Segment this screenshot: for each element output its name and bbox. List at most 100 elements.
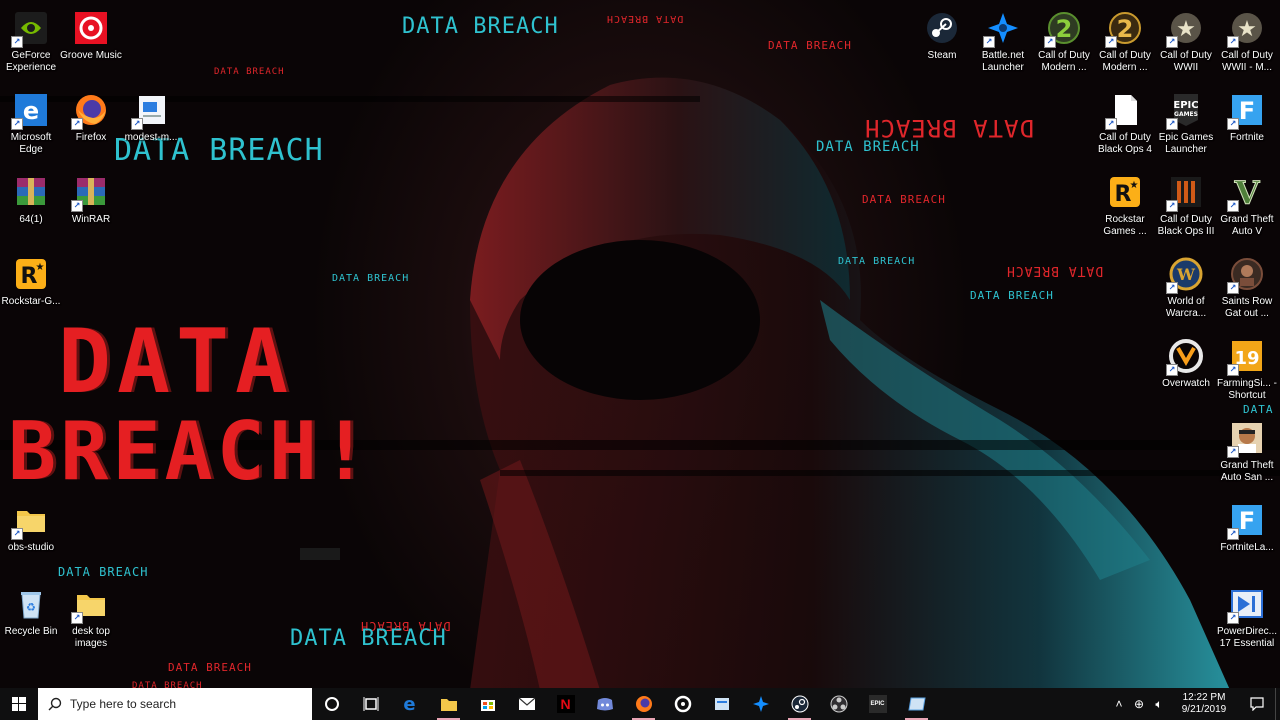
- desktop-icon-powerdirector[interactable]: ↗ PowerDirec... 17 Essential: [1216, 584, 1278, 650]
- show-desktop-button[interactable]: [1275, 688, 1280, 720]
- taskbar-edge[interactable]: e: [390, 688, 429, 720]
- powerdirector-icon: ↗: [1227, 584, 1267, 624]
- desktop-icon-farming-sim[interactable]: 19 ↗ FarmingSi... - Shortcut: [1216, 336, 1278, 402]
- battlenet-icon: ↗: [983, 8, 1023, 48]
- taskbar-firefox[interactable]: [624, 688, 663, 720]
- svg-text:EPIC: EPIC: [1173, 100, 1198, 111]
- desktop-icon-groove-music[interactable]: Groove Music: [60, 8, 122, 62]
- desktop-icon-modest-m[interactable]: ↗ modest-m...: [120, 90, 182, 144]
- taskbar-task-view[interactable]: [351, 688, 390, 720]
- taskbar-epic-games[interactable]: EPIC: [858, 688, 897, 720]
- taskbar-discord[interactable]: [585, 688, 624, 720]
- geforce-icon: ↗: [11, 8, 51, 48]
- taskbar-search-box[interactable]: Type here to search: [38, 688, 312, 720]
- action-center-button[interactable]: [1239, 688, 1275, 720]
- desktop-icon-label: obs-studio: [7, 542, 55, 553]
- desktop-icon-firefox[interactable]: ↗ Firefox: [60, 90, 122, 144]
- cod-bo3-icon: ↗: [1166, 172, 1206, 212]
- gta-v-icon: V ↗: [1227, 172, 1267, 212]
- desktop-icon-overwatch[interactable]: ↗ Overwatch: [1155, 336, 1217, 390]
- svg-text:★: ★: [36, 262, 45, 273]
- desktop-icon-label: 64(1): [19, 214, 43, 225]
- desktop-icon-label: Recycle Bin: [4, 626, 58, 637]
- desktop-icon-cod-wwii[interactable]: ★ ↗ Call of Duty WWII: [1155, 8, 1217, 74]
- desktop-icon-saints-row[interactable]: ↗ Saints Row Gat out ...: [1216, 254, 1278, 320]
- desktop-icon-cod-wwii-m[interactable]: ★ ↗ Call of Duty WWII - M...: [1216, 8, 1278, 74]
- taskbar-mail[interactable]: [507, 688, 546, 720]
- search-icon: [48, 697, 62, 711]
- snip-icon: [907, 695, 926, 713]
- desktop-icon-label: Microsoft Edge: [10, 132, 52, 155]
- epic-games-icon: EPIC: [868, 695, 887, 713]
- speaker-icon: 🔈︎: [1155, 696, 1163, 711]
- winrar-icon: ↗: [71, 172, 111, 212]
- svg-text:W: W: [1176, 265, 1196, 284]
- desktop-icon-fortnite-la[interactable]: F ↗ FortniteLa...: [1216, 500, 1278, 554]
- desktop-icon-epic-games-launcher[interactable]: EPIC GAMES ↗ Epic Games Launcher: [1155, 90, 1217, 156]
- desktop-icon-recycle-bin[interactable]: ♻ Recycle Bin: [0, 584, 62, 638]
- taskbar-clock[interactable]: 12:22 PM 9/21/2019: [1169, 692, 1239, 716]
- desktop-icon-label: Overwatch: [1162, 378, 1210, 389]
- network-button[interactable]: ⊕: [1129, 688, 1149, 720]
- desktop-icon-fortnite[interactable]: F ↗ Fortnite: [1216, 90, 1278, 144]
- desktop-icon-cod-modern-1[interactable]: 2 ↗ Call of Duty Modern ...: [1033, 8, 1095, 74]
- desktop-icon-winrar[interactable]: ↗ WinRAR: [60, 172, 122, 226]
- desktop-icon-gta-v[interactable]: V ↗ Grand Theft Auto V: [1216, 172, 1278, 238]
- data-breach-text: DATA BREACH: [168, 661, 252, 674]
- fortnite-icon: F ↗: [1227, 90, 1267, 130]
- desktop-icon-geforce-experience[interactable]: ↗ GeForce Experience: [0, 8, 62, 74]
- desktop-wallpaper: DATA BREACH! DATA BREACH DATA BREACH DAT…: [0, 0, 1280, 688]
- svg-text:★: ★: [1237, 17, 1257, 42]
- desktop-icon-cod-black-ops-4[interactable]: ↗ Call of Duty Black Ops 4: [1094, 90, 1156, 156]
- clock-time: 12:22 PM: [1182, 692, 1226, 703]
- data-breach-text: DATA BREACH: [768, 39, 852, 52]
- steam-icon: [791, 695, 809, 713]
- desktop-icon-world-of-warcraft[interactable]: W ↗ World of Warcra...: [1155, 254, 1217, 320]
- taskbar-store[interactable]: [468, 688, 507, 720]
- taskbar-cortana[interactable]: [312, 688, 351, 720]
- edge-icon: e ↗: [11, 90, 51, 130]
- chevron-up-icon: ˄: [1115, 697, 1123, 711]
- taskbar-groove[interactable]: [663, 688, 702, 720]
- desktop-icon-desk-top-images[interactable]: ↗ desk top images: [60, 584, 122, 650]
- desktop-icon-label: Saints Row Gat out ...: [1221, 296, 1273, 319]
- taskbar-file-explorer[interactable]: [429, 688, 468, 720]
- taskbar-steam[interactable]: [780, 688, 819, 720]
- desktop-icon-label: modest-m...: [124, 132, 178, 143]
- glitch-bar: [500, 470, 1280, 476]
- desktop-icon-battlenet-launcher[interactable]: ↗ Battle.net Launcher: [972, 8, 1034, 74]
- saints-row-icon: ↗: [1227, 254, 1267, 294]
- desktop-icon-label: Call of Duty Black Ops III: [1157, 214, 1215, 237]
- taskbar-notepad[interactable]: [702, 688, 741, 720]
- cortana-icon: [323, 695, 341, 713]
- desktop-icon-label: Grand Theft Auto San ...: [1220, 460, 1274, 483]
- glitch-bar: [300, 548, 340, 560]
- desktop-icon-64-1[interactable]: 64(1): [0, 172, 62, 226]
- cod-wwii-icon: ★ ↗: [1166, 8, 1206, 48]
- start-button[interactable]: [0, 688, 38, 720]
- folder-icon: ↗: [11, 500, 51, 540]
- desktop-icon-cod-modern-2[interactable]: 2 ↗ Call of Duty Modern ...: [1094, 8, 1156, 74]
- task-view-icon: [362, 695, 380, 713]
- taskbar-obs[interactable]: [819, 688, 858, 720]
- volume-button[interactable]: 🔈︎: [1149, 688, 1169, 720]
- desktop-icon-microsoft-edge[interactable]: e ↗ Microsoft Edge: [0, 90, 62, 156]
- desktop-icon-rockstar-games[interactable]: R ★ Rockstar Games ...: [1094, 172, 1156, 238]
- search-placeholder: Type here to search: [70, 697, 177, 711]
- desktop-icon-label: GeForce Experience: [5, 50, 57, 73]
- desktop-icon-label: Call of Duty WWII: [1160, 50, 1212, 73]
- desktop-icon-label: Call of Duty Modern ...: [1099, 50, 1151, 73]
- desktop-icon-gta-san-andreas[interactable]: ↗ Grand Theft Auto San ...: [1216, 418, 1278, 484]
- desktop-icon-rockstar-g[interactable]: R ★ Rockstar-G...: [0, 254, 62, 308]
- taskbar: Type here to search e N EPIC ˄ ⊕ 🔈︎ 12:2…: [0, 688, 1280, 720]
- show-hidden-icons-button[interactable]: ˄: [1109, 688, 1129, 720]
- taskbar-netflix[interactable]: N: [546, 688, 585, 720]
- taskbar-battlenet[interactable]: [741, 688, 780, 720]
- desktop-icon-obs-studio[interactable]: ↗ obs-studio: [0, 500, 62, 554]
- desktop-icon-steam[interactable]: Steam: [911, 8, 973, 62]
- desktop-icon-label: Battle.net Launcher: [981, 50, 1025, 73]
- wow-icon: W ↗: [1166, 254, 1206, 294]
- desktop-icon-label: Call of Duty WWII - M...: [1221, 50, 1273, 73]
- desktop-icon-cod-black-ops-iii[interactable]: ↗ Call of Duty Black Ops III: [1155, 172, 1217, 238]
- taskbar-snip[interactable]: [897, 688, 936, 720]
